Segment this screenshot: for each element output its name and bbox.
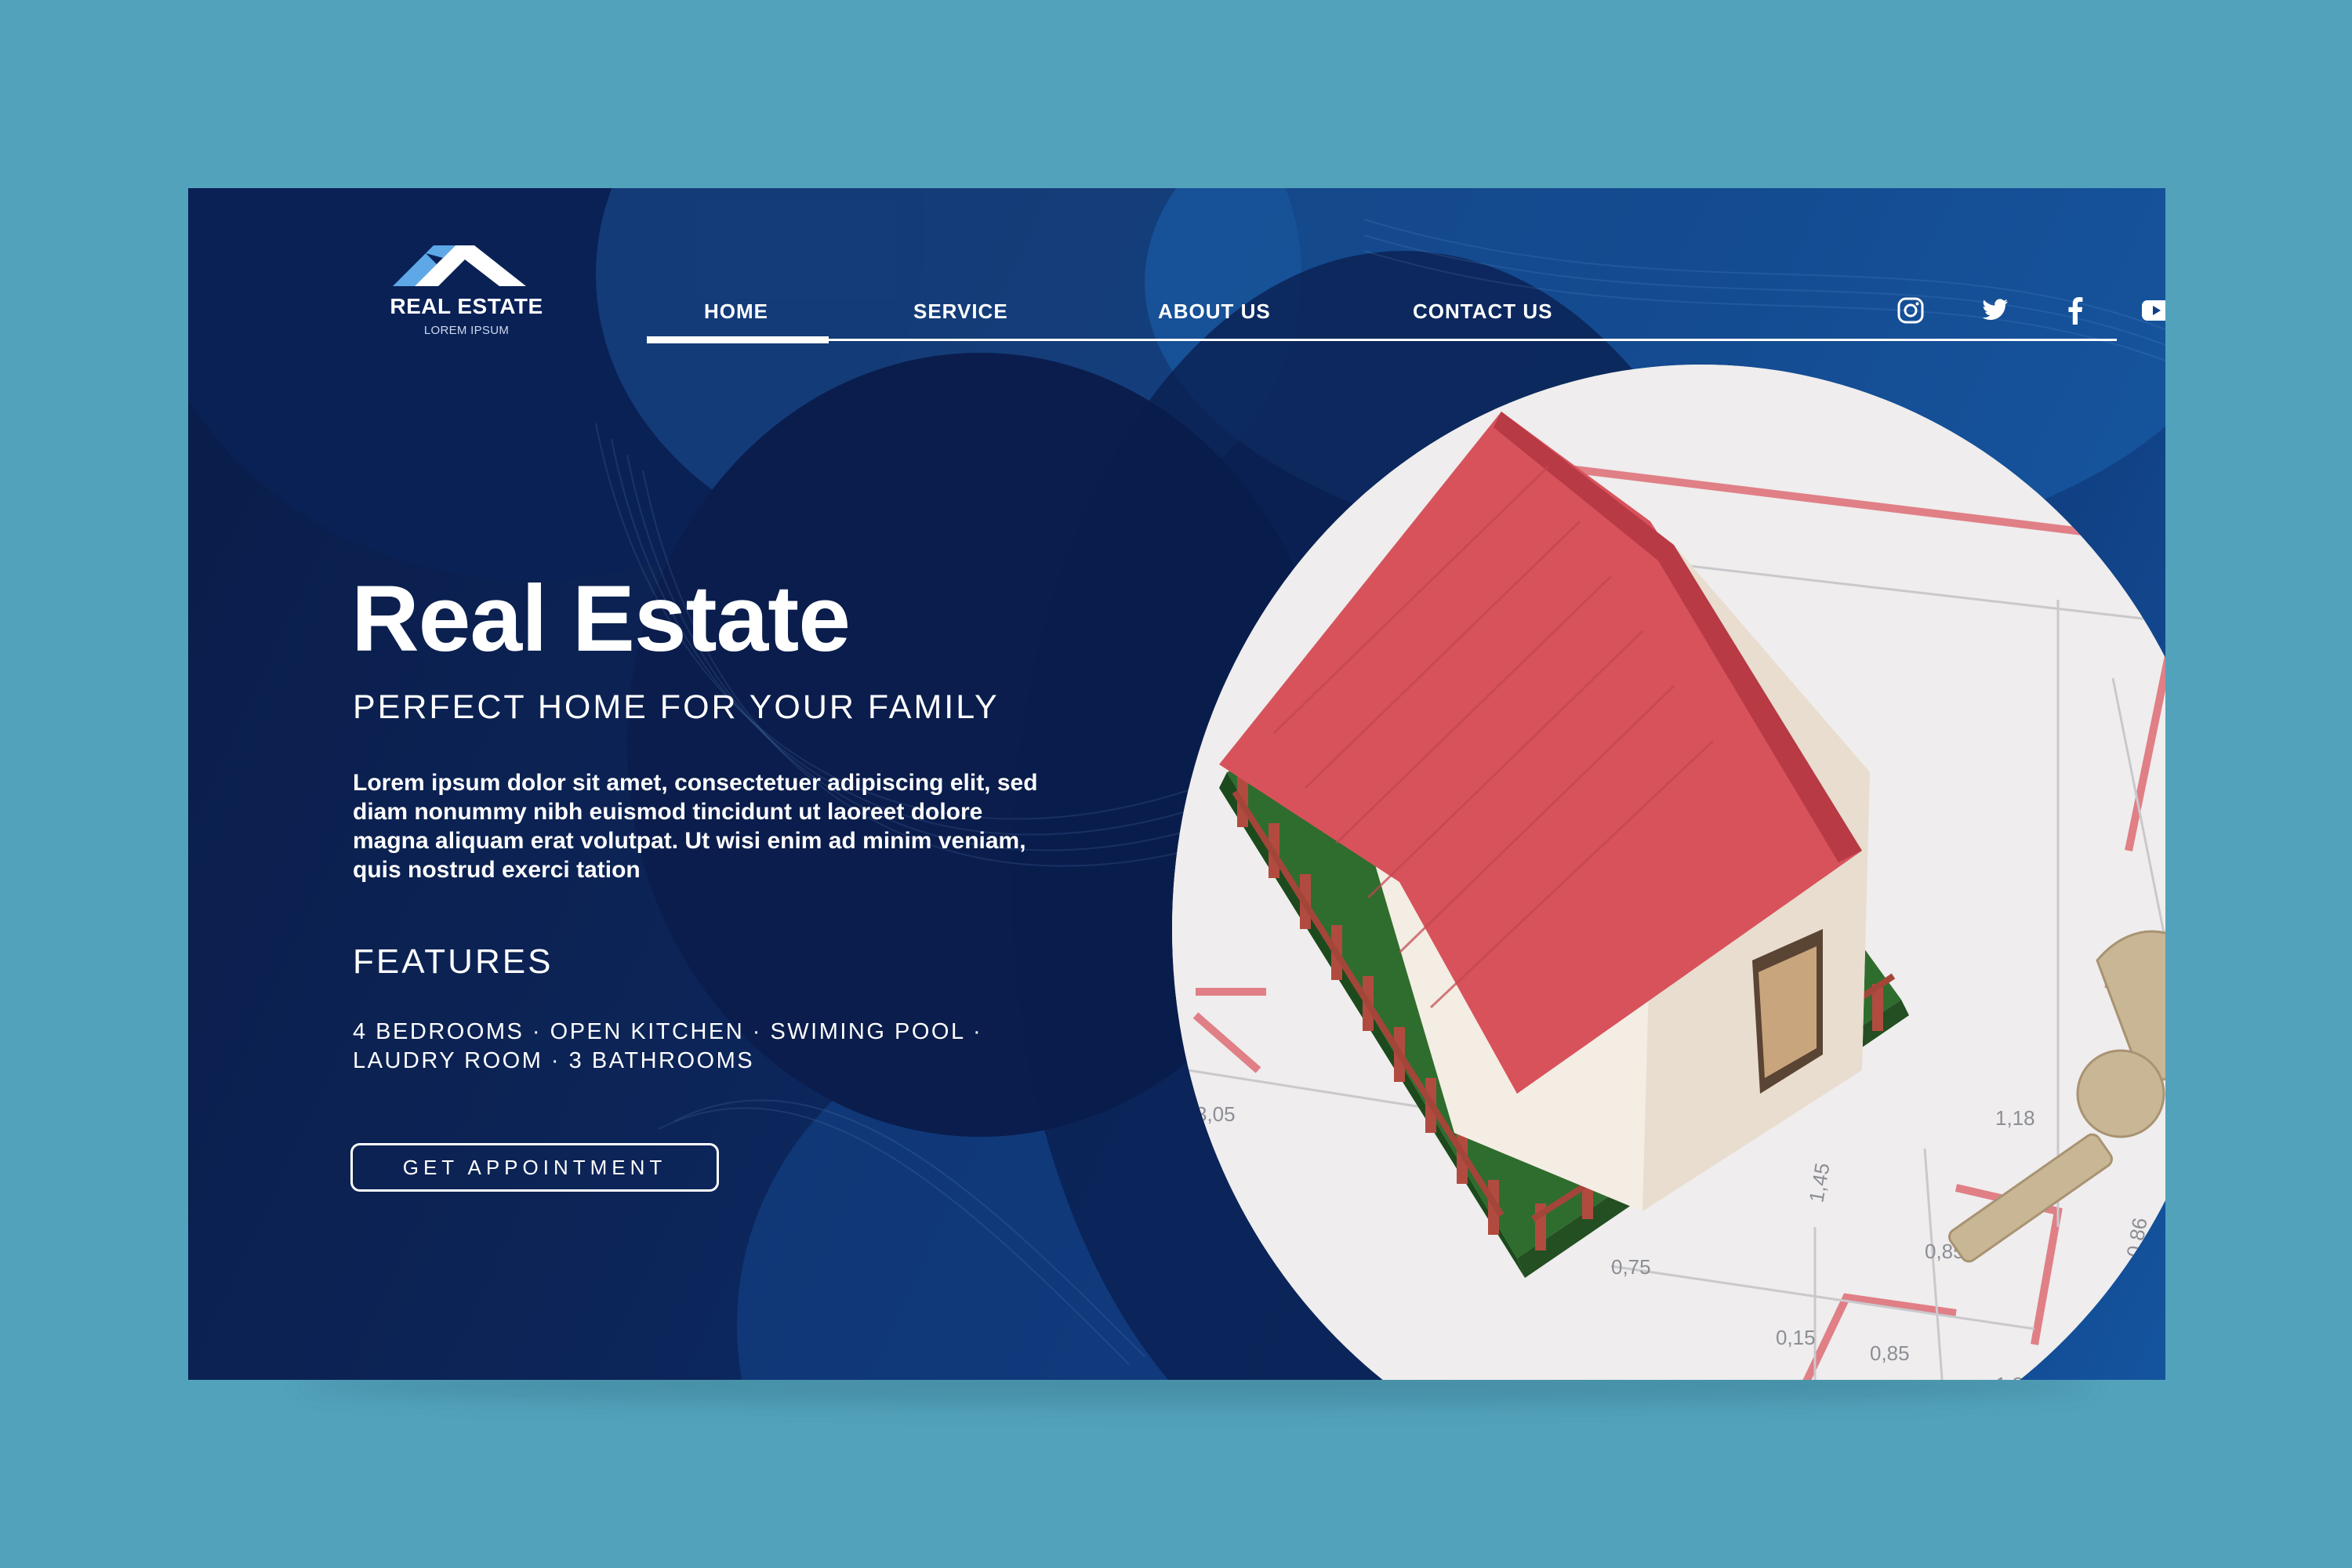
nav-item-about-us[interactable]: ABOUT US — [1158, 299, 1271, 324]
svg-text:1,18: 1,18 — [1995, 1106, 2035, 1130]
get-appointment-button[interactable]: GET APPOINTMENT — [350, 1143, 719, 1192]
instagram-icon[interactable] — [1895, 295, 1926, 326]
brand-name: REAL ESTATE — [390, 294, 543, 318]
nav-item-contact-us[interactable]: CONTACT US — [1413, 299, 1553, 324]
landing-page-card: REAL ESTATE LOREM IPSUM HOME SERVICE ABO… — [188, 188, 2165, 1380]
features-heading: FEATURES — [353, 942, 554, 981]
facebook-icon[interactable] — [2060, 295, 2091, 326]
svg-text:0,15: 0,15 — [1776, 1326, 1816, 1349]
nav-item-service[interactable]: SERVICE — [913, 299, 1008, 324]
hero-description: Lorem ipsum dolor sit amet, consectetuer… — [353, 770, 1038, 883]
brand-logo[interactable]: REAL ESTATE LOREM IPSUM — [368, 239, 564, 337]
top-navigation: HOME SERVICE ABOUT US CONTACT US — [647, 235, 2165, 343]
hero-subtitle: PERFECT HOME FOR YOUR FAMILY — [353, 688, 1000, 726]
svg-text:0,75: 0,75 — [1611, 1255, 1651, 1279]
nav-item-home[interactable]: HOME — [704, 299, 768, 324]
nav-underline — [647, 339, 2117, 341]
svg-text:1,30: 1,30 — [1995, 1373, 2035, 1380]
features-list: 4 BEDROOMS · OPEN KITCHEN · SWIMING POOL… — [353, 1019, 983, 1073]
youtube-icon[interactable] — [2140, 295, 2165, 326]
svg-text:0,85: 0,85 — [1870, 1341, 1910, 1365]
hero-title: Real Estate — [351, 566, 851, 671]
house-roof-icon — [393, 245, 526, 286]
nav-active-indicator — [647, 336, 829, 343]
brand-tagline: LOREM IPSUM — [423, 324, 510, 337]
twitter-icon[interactable] — [1980, 295, 2011, 326]
